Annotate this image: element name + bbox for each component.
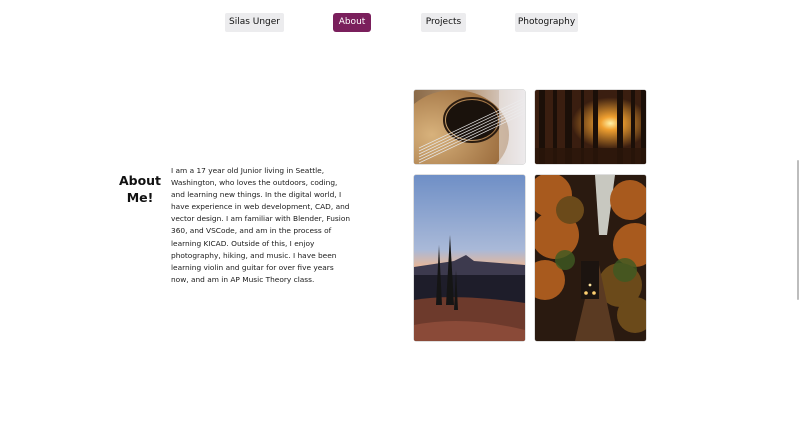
top-nav: Silas Unger About Projects Photography (0, 13, 800, 33)
train-autumn-photo (535, 175, 646, 341)
forest-sunset-photo (535, 90, 646, 164)
scrollbar[interactable] (797, 160, 799, 300)
nav-home-button[interactable]: Silas Unger (225, 13, 284, 32)
about-paragraph: I am a 17 year old Junior living in Seat… (171, 166, 351, 284)
guitar-photo (414, 90, 525, 164)
nav-photography-button[interactable]: Photography (515, 13, 578, 32)
about-heading: About Me! (118, 173, 162, 205)
mountain-dusk-photo (414, 175, 525, 341)
page: Silas Unger About Projects Photography A… (0, 0, 800, 434)
nav-about-button[interactable]: About (333, 13, 371, 32)
nav-projects-button[interactable]: Projects (421, 13, 466, 32)
